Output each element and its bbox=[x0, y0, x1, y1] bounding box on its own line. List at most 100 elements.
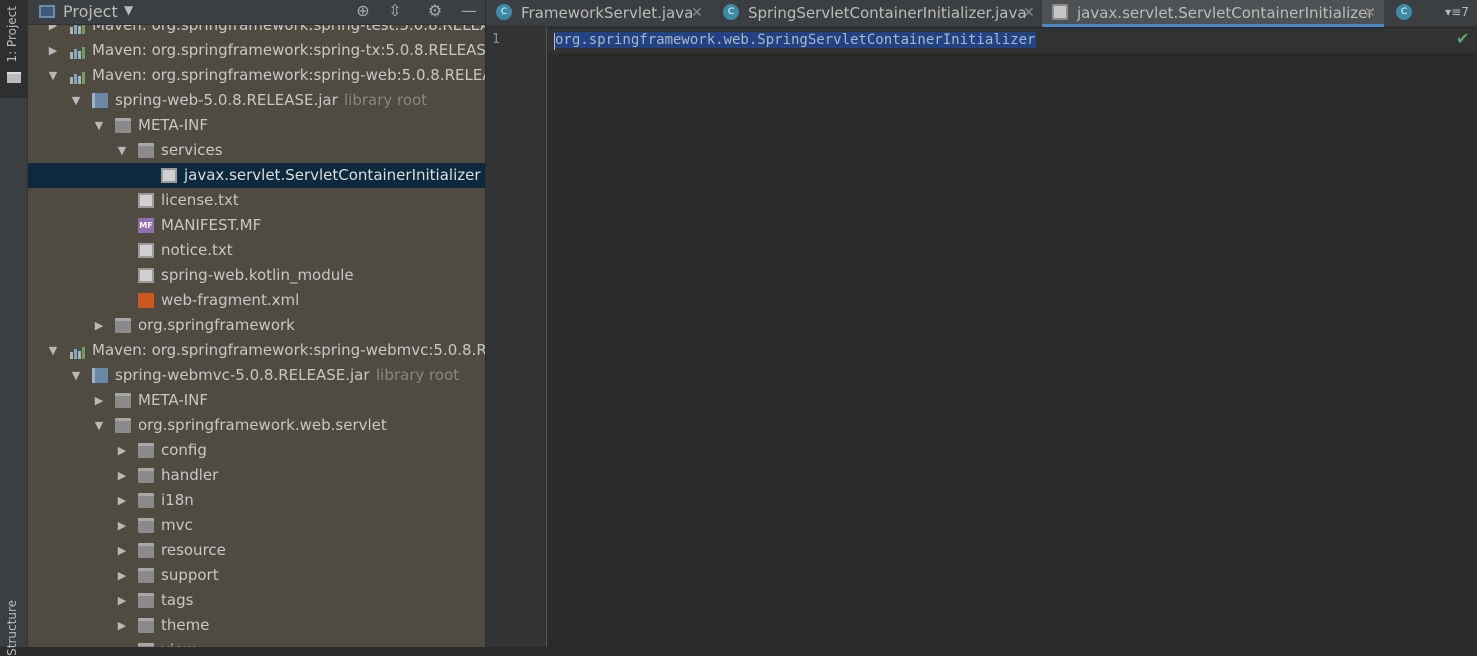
tree-row[interactable]: license.txt bbox=[28, 188, 485, 213]
tree-row[interactable]: ▼ spring-web-5.0.8.RELEASE.jar library roo… bbox=[28, 88, 485, 113]
inspection-ok-icon[interactable]: ✔ bbox=[1456, 29, 1469, 48]
expand-right-icon[interactable]: ▶ bbox=[115, 488, 129, 513]
tab-servletcontainerinitializer[interactable]: javax.servlet.ServletContainerInitialize… bbox=[1042, 0, 1384, 27]
maven-library-icon bbox=[69, 68, 85, 84]
expand-right-icon[interactable]: ▶ bbox=[46, 38, 60, 63]
tab-overflow-button[interactable]: ▾≡7 bbox=[1437, 0, 1477, 26]
folder-icon bbox=[138, 468, 154, 483]
tab-partial[interactable]: C bbox=[1386, 0, 1436, 26]
tab-list-icon: ▾≡ bbox=[1445, 5, 1462, 19]
tree-row-label: Maven: org.springframework:spring-webmvc… bbox=[92, 341, 485, 359]
tree-row[interactable]: ▶ view bbox=[28, 638, 485, 647]
folder-icon bbox=[138, 518, 154, 533]
expand-down-icon[interactable]: ▼ bbox=[69, 88, 83, 113]
maven-library-icon bbox=[69, 343, 85, 359]
tree-row-label: org.springframework bbox=[138, 316, 295, 334]
expand-right-icon[interactable]: ▶ bbox=[115, 563, 129, 588]
tree-row-suffix: library root bbox=[376, 366, 460, 384]
folder-icon bbox=[7, 72, 21, 83]
tree-row[interactable]: ▶ tags bbox=[28, 588, 485, 613]
tree-row[interactable]: spring-web.kotlin_module bbox=[28, 263, 485, 288]
collapse-all-icon[interactable]: ⇳ bbox=[385, 1, 405, 21]
tree-row[interactable]: ▶ config bbox=[28, 438, 485, 463]
folder-icon bbox=[115, 418, 131, 433]
structure-tool-label[interactable]: Structure bbox=[5, 600, 19, 656]
expand-down-icon[interactable]: ▼ bbox=[46, 338, 60, 363]
tree-row[interactable]: ▶ org.springframework bbox=[28, 313, 485, 338]
tree-row[interactable]: ▶ support bbox=[28, 563, 485, 588]
code-area[interactable]: org.springframework.web.SpringServletCon… bbox=[547, 27, 1477, 647]
expand-down-icon[interactable]: ▼ bbox=[92, 413, 106, 438]
folder-icon bbox=[115, 318, 131, 333]
tree-row[interactable]: ▶ resource bbox=[28, 538, 485, 563]
chevron-down-icon[interactable]: ▼ bbox=[124, 3, 133, 17]
tree-row[interactable]: ▼ Maven: org.springframework:spring-web:5… bbox=[28, 63, 485, 88]
close-icon[interactable]: ✕ bbox=[691, 1, 703, 25]
gear-icon[interactable]: ⚙ bbox=[425, 1, 445, 21]
text-file-icon bbox=[1052, 4, 1068, 20]
expand-right-icon[interactable]: ▶ bbox=[92, 388, 106, 413]
close-icon[interactable]: ✕ bbox=[1023, 1, 1035, 25]
tree-row-label: Maven: org.springframework:spring-web:5.… bbox=[92, 66, 485, 84]
tree-row[interactable]: web-fragment.xml bbox=[28, 288, 485, 313]
tree-row-label: Maven: org.springframework:spring-tx:5.0… bbox=[92, 41, 485, 59]
tree-row[interactable]: ▼ META-INF bbox=[28, 113, 485, 138]
expand-right-icon[interactable]: ▶ bbox=[92, 313, 106, 338]
project-panel-title[interactable]: Project bbox=[63, 2, 118, 21]
project-view-icon bbox=[39, 5, 55, 18]
folder-icon bbox=[138, 618, 154, 633]
tree-row-label: view bbox=[161, 638, 196, 647]
tree-row[interactable]: ▼ spring-webmvc-5.0.8.RELEASE.jar library … bbox=[28, 363, 485, 388]
xml-file-icon bbox=[138, 293, 154, 308]
expand-right-icon[interactable]: ▶ bbox=[115, 463, 129, 488]
tree-row[interactable]: notice.txt bbox=[28, 238, 485, 263]
class-icon: C bbox=[723, 4, 739, 20]
tree-row-label: META-INF bbox=[138, 116, 209, 134]
expand-down-icon[interactable]: ▼ bbox=[92, 113, 106, 138]
maven-library-icon bbox=[69, 43, 85, 59]
expand-right-icon[interactable]: ▶ bbox=[115, 438, 129, 463]
tree-row[interactable]: ▶ META-INF bbox=[28, 388, 485, 413]
expand-right-icon[interactable]: ▶ bbox=[115, 613, 129, 638]
project-tool-label[interactable]: 1: Project bbox=[5, 6, 19, 63]
text-file-icon bbox=[138, 193, 154, 208]
tree-row-label: mvc bbox=[161, 516, 193, 534]
expand-right-icon[interactable]: ▶ bbox=[115, 538, 129, 563]
tree-row[interactable]: ▼ Maven: org.springframework:spring-webmv… bbox=[28, 338, 485, 363]
tree-row[interactable]: MF MANIFEST.MF bbox=[28, 213, 485, 238]
tree-row-label: license.txt bbox=[161, 191, 239, 209]
hide-icon[interactable]: — bbox=[459, 1, 479, 21]
code-line[interactable]: org.springframework.web.SpringServletCon… bbox=[554, 32, 1037, 48]
tree-row[interactable]: ▶ handler bbox=[28, 463, 485, 488]
expand-right-icon[interactable]: ▶ bbox=[115, 638, 129, 647]
tree-row[interactable]: ▶ i18n bbox=[28, 488, 485, 513]
tree-row[interactable]: ▼ org.springframework.web.servlet bbox=[28, 413, 485, 438]
tab-springservletcontainerinitializer[interactable]: C SpringServletContainerInitializer.java… bbox=[713, 0, 1041, 26]
locate-icon[interactable]: ⊕ bbox=[353, 1, 373, 21]
tree-row-label: META-INF bbox=[138, 391, 209, 409]
text-file-icon bbox=[161, 168, 177, 183]
tree-row[interactable]: ▶ mvc bbox=[28, 513, 485, 538]
text-file-icon bbox=[138, 268, 154, 283]
expand-down-icon[interactable]: ▼ bbox=[115, 138, 129, 163]
expand-right-icon[interactable]: ▶ bbox=[115, 588, 129, 613]
line-number: 1 bbox=[492, 32, 500, 47]
tree-row-label: notice.txt bbox=[161, 241, 233, 259]
tree-row[interactable]: javax.servlet.ServletContainerInitialize… bbox=[28, 163, 485, 188]
folder-icon bbox=[138, 568, 154, 583]
tab-overflow-count: 7 bbox=[1461, 5, 1469, 19]
close-icon[interactable]: ✕ bbox=[1364, 1, 1376, 25]
expand-down-icon[interactable]: ▼ bbox=[69, 363, 83, 388]
manifest-file-icon: MF bbox=[138, 218, 154, 233]
line-number-gutter: 1 bbox=[486, 27, 547, 647]
expand-right-icon[interactable]: ▶ bbox=[115, 513, 129, 538]
tree-row[interactable]: ▶ Maven: org.springframework:spring-tx:5.… bbox=[28, 38, 485, 63]
editor-area: C FrameworkServlet.java ✕ C SpringServle… bbox=[486, 0, 1477, 647]
tree-row[interactable]: ▶ theme bbox=[28, 613, 485, 638]
editor-tab-bar: C FrameworkServlet.java ✕ C SpringServle… bbox=[486, 0, 1477, 27]
expand-down-icon[interactable]: ▼ bbox=[46, 63, 60, 88]
tab-frameworkservlet[interactable]: C FrameworkServlet.java ✕ bbox=[486, 0, 711, 26]
tree-row-label: resource bbox=[161, 541, 226, 559]
project-tool-button[interactable]: 1: Project bbox=[0, 0, 27, 98]
tree-row[interactable]: ▼ services bbox=[28, 138, 485, 163]
